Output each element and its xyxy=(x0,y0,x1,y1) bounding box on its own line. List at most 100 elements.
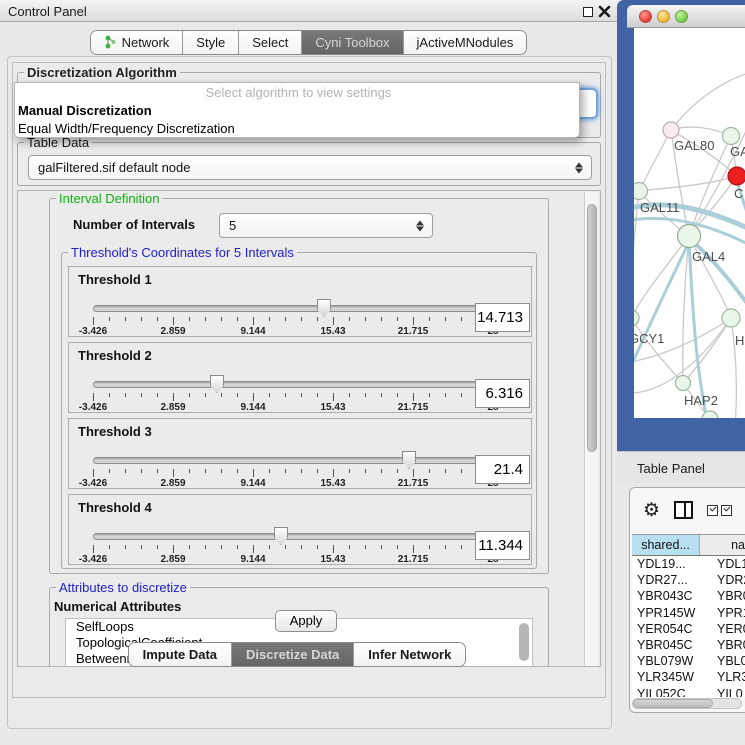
zoom-traffic-light-icon[interactable] xyxy=(675,10,688,23)
slider-tick xyxy=(461,469,462,473)
slider-tick xyxy=(349,393,350,397)
table-panel-title: Table Panel xyxy=(637,461,705,476)
table-cell: YBR045C xyxy=(632,637,706,653)
slider-tick xyxy=(141,393,142,397)
table-cell: YDL1 xyxy=(706,556,745,572)
slider-tick xyxy=(301,393,302,397)
threshold-slider[interactable]: -3.4262.8599.14415.4321.71528 xyxy=(93,267,493,338)
slider-tick xyxy=(253,393,254,401)
slider-track[interactable] xyxy=(93,457,493,464)
slider-tick xyxy=(269,317,270,321)
table-row[interactable]: YIL052CYIL0 xyxy=(632,686,745,698)
slider-tick xyxy=(317,317,318,321)
table-row[interactable]: YER054CYER0 xyxy=(632,621,745,637)
network-edge xyxy=(634,318,683,383)
network-node[interactable] xyxy=(634,183,648,200)
slider-tick-label: 21.715 xyxy=(398,478,429,489)
slider-tick xyxy=(301,317,302,321)
float-window-icon[interactable] xyxy=(583,7,593,17)
tab-select[interactable]: Select xyxy=(239,31,302,54)
network-node[interactable] xyxy=(678,225,701,248)
table-row[interactable]: YBL079WYBL0 xyxy=(632,653,745,669)
tab-network[interactable]: Network xyxy=(91,31,184,54)
gear-icon[interactable]: ⚙ xyxy=(643,501,660,520)
tab-impute-data[interactable]: Impute Data xyxy=(129,643,232,666)
minimize-traffic-light-icon[interactable] xyxy=(657,10,670,23)
scroll-panel-scrollbar-thumb[interactable] xyxy=(587,204,597,452)
slider-tick-label: -3.426 xyxy=(79,478,107,489)
close-icon[interactable] xyxy=(598,5,611,18)
slider-tick xyxy=(365,317,366,321)
slider-tick xyxy=(221,545,222,549)
tab-cyni-toolbox[interactable]: Cyni Toolbox xyxy=(302,31,403,54)
table-row[interactable]: YDL19...YDL1 xyxy=(632,556,745,572)
table-cell: YPR145W xyxy=(632,605,706,621)
slider-tick-label: 21.715 xyxy=(398,402,429,413)
table-cell: YBR043C xyxy=(632,588,706,604)
slider-track[interactable] xyxy=(93,533,493,540)
checkbox-icon[interactable] xyxy=(707,505,718,516)
table-data-combobox[interactable]: galFiltered.sif default node xyxy=(28,155,592,180)
checkbox-icon[interactable] xyxy=(721,505,732,516)
slider-tick xyxy=(125,545,126,549)
threshold-value-input[interactable] xyxy=(475,455,530,484)
slider-tick xyxy=(237,393,238,397)
slider-tick xyxy=(333,469,334,477)
slider-tick-label: 9.144 xyxy=(240,478,265,489)
table-horizontal-scrollbar-thumb[interactable] xyxy=(633,699,713,708)
slider-track[interactable] xyxy=(93,305,493,312)
slider-tick-label: 15.43 xyxy=(320,478,345,489)
network-canvas[interactable]: GAL80GACGAL11GAL4GCY1HHAP2 xyxy=(634,28,745,418)
table-row[interactable]: YBR043CYBR0 xyxy=(632,588,745,604)
slider-tick xyxy=(301,545,302,549)
control-panel-tabs: NetworkStyleSelectCyni ToolboxjActiveMNo… xyxy=(0,30,617,55)
tab-infer-network[interactable]: Infer Network xyxy=(354,643,465,666)
table-horizontal-scrollbar[interactable] xyxy=(632,698,742,709)
threshold-value-input[interactable] xyxy=(475,531,530,560)
threshold-slider[interactable]: -3.4262.8599.14415.4321.71528 xyxy=(93,495,493,566)
threshold-value-input[interactable] xyxy=(475,379,530,408)
network-node[interactable] xyxy=(676,376,691,391)
table-row[interactable]: YDR27...YDR2 xyxy=(632,572,745,588)
slider-tick xyxy=(429,545,430,549)
threshold-slider[interactable]: -3.4262.8599.14415.4321.71528 xyxy=(93,343,493,414)
tab-style[interactable]: Style xyxy=(183,31,239,54)
slider-tick xyxy=(413,545,414,553)
table-cell: YDR2 xyxy=(706,572,745,588)
scroll-panel-scrollbar-track[interactable] xyxy=(584,192,598,667)
tab-jactivemnodules[interactable]: jActiveMNodules xyxy=(404,31,527,54)
network-node[interactable] xyxy=(663,122,679,138)
slider-tick xyxy=(301,469,302,473)
apply-button[interactable]: Apply xyxy=(275,610,337,632)
tab-discretize-data[interactable]: Discretize Data xyxy=(232,643,354,666)
cyni-bottom-tabs: Impute DataDiscretize DataInfer Network xyxy=(0,642,594,667)
table-row[interactable]: YBR045CYBR0 xyxy=(632,637,745,653)
table-row[interactable]: YLR345WYLR3 xyxy=(632,669,745,685)
slider-tick xyxy=(461,317,462,321)
threshold-value-input[interactable] xyxy=(475,303,530,332)
network-node[interactable] xyxy=(723,128,740,145)
algorithm-option[interactable]: Manual Discretization xyxy=(15,102,579,120)
slider-tick xyxy=(397,317,398,321)
slider-tick xyxy=(157,545,158,549)
discretization-algorithm-group-title: Discretization Algorithm xyxy=(24,65,180,80)
number-of-intervals-combobox[interactable]: 5 xyxy=(219,213,433,238)
table-row[interactable]: YPR145WYPR1 xyxy=(632,605,745,621)
network-node[interactable] xyxy=(634,310,639,326)
slider-tick xyxy=(173,393,174,401)
network-node[interactable] xyxy=(722,309,740,327)
slider-tick-label: 15.43 xyxy=(320,554,345,565)
close-traffic-light-icon[interactable] xyxy=(639,10,652,23)
columns-icon[interactable] xyxy=(674,501,693,519)
network-node[interactable] xyxy=(728,167,745,185)
table-cell: YDL19... xyxy=(632,556,706,572)
slider-tick xyxy=(445,469,446,473)
network-node-label: GAL4 xyxy=(692,249,725,264)
slider-track[interactable] xyxy=(93,381,493,388)
slider-tick xyxy=(317,393,318,397)
number-of-intervals-label: Number of Intervals xyxy=(73,217,195,232)
table-header-shared-name[interactable]: shared... xyxy=(632,535,700,555)
table-header-name[interactable]: na xyxy=(700,535,745,555)
algorithm-option[interactable]: Equal Width/Frequency Discretization xyxy=(15,120,579,138)
threshold-slider[interactable]: -3.4262.8599.14415.4321.71528 xyxy=(93,419,493,490)
